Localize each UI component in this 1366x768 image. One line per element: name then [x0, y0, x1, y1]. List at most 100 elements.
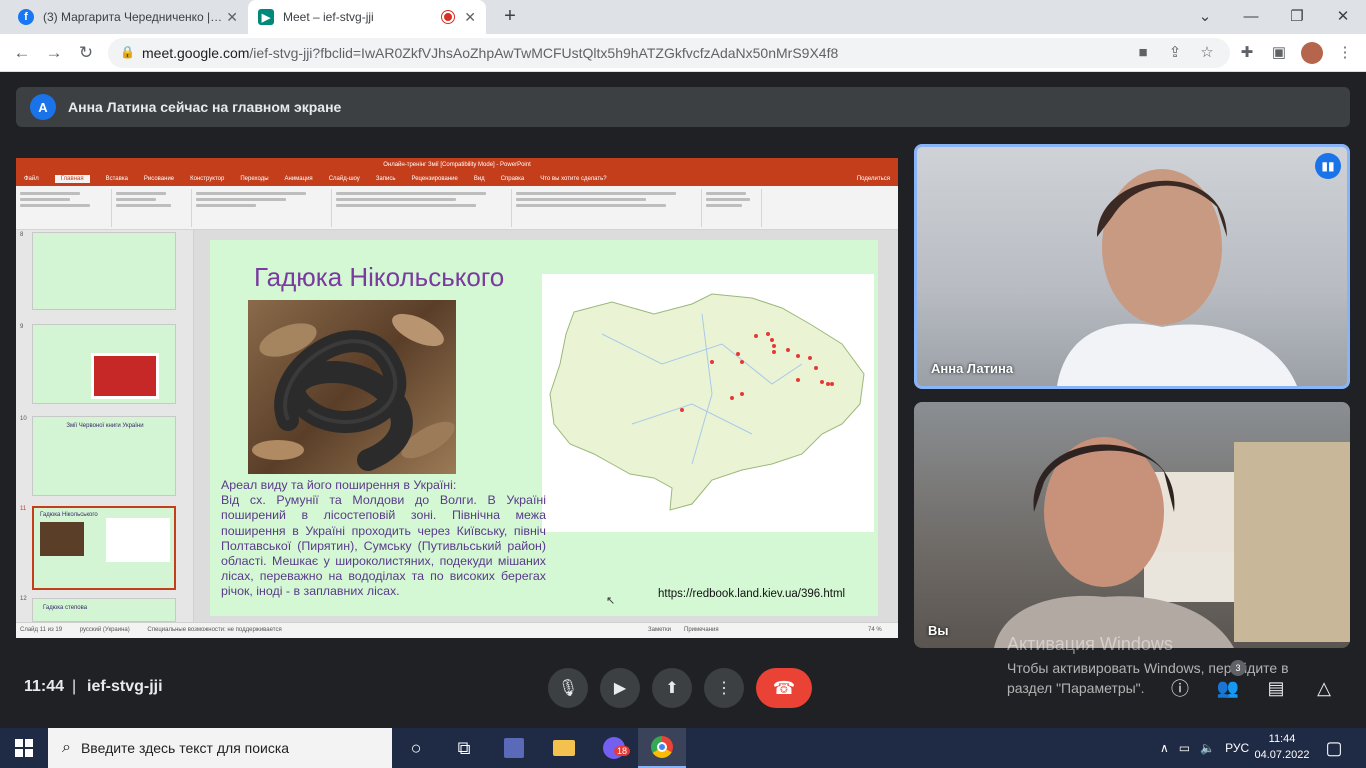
bookmark-star-icon[interactable]: ☆	[1196, 42, 1218, 64]
tab-title: Meet – ief-stvg-jji	[283, 10, 374, 24]
side-panel-icon[interactable]: ▣	[1268, 42, 1290, 64]
file-explorer-icon[interactable]	[540, 728, 588, 768]
tray-chevron-icon[interactable]: ∧	[1160, 741, 1169, 755]
taskbar-search-box[interactable]: ⌕ Введите здесь текст для поиска	[48, 728, 392, 768]
areal-body: Від сх. Румунії та Молдови до Волги. В У…	[221, 493, 546, 599]
slide-number: 11	[20, 506, 27, 512]
slide-thumbnail-selected[interactable]: Гадюка Нікольського	[32, 506, 176, 590]
menu-item: Анимация	[284, 176, 313, 182]
address-bar[interactable]: 🔒 meet.google.com/ief-stvg-jji?fbclid=Iw…	[108, 38, 1230, 68]
end-call-button[interactable]: ☎	[756, 668, 812, 708]
share-icon[interactable]: ⇪	[1164, 42, 1186, 64]
forward-arrow-icon[interactable]: →	[42, 41, 66, 65]
more-vert-icon: ⋮	[716, 680, 732, 697]
clock-time: 11:44	[1268, 733, 1296, 745]
input-language[interactable]: РУС	[1225, 741, 1249, 755]
status-slide: Слайд 11 из 19	[20, 627, 63, 633]
presenter-banner: А Анна Латина сейчас на главном экране	[16, 87, 1350, 127]
microphone-button[interactable]: 🎙	[548, 668, 588, 708]
tab-meet[interactable]: ▶ Meet – ief-stvg-jji ✕	[248, 0, 486, 34]
slide-thumbnail[interactable]	[32, 324, 176, 404]
profile-avatar[interactable]	[1301, 42, 1323, 64]
map-thumb-image	[106, 518, 170, 562]
ppt-menu-bar: Файл Главная Вставка Рисование Конструкт…	[16, 172, 898, 186]
menu-item: Рисование	[143, 176, 175, 182]
ribbon-group	[16, 189, 112, 227]
status-comments: Примечания	[684, 627, 719, 633]
menu-item: Главная	[54, 175, 90, 183]
menu-kebab-icon[interactable]: ⋮	[1334, 42, 1356, 64]
back-arrow-icon[interactable]: ←	[10, 41, 34, 65]
tab-search-icon[interactable]: ⌄	[1182, 4, 1228, 30]
meeting-time: 11:44	[24, 678, 65, 695]
slide-thumbnails: 8 9 10 Змії Червоної книги України 11 Га…	[16, 230, 194, 622]
meeting-code: ief-stvg-jji	[87, 678, 163, 695]
lock-icon: 🔒	[120, 45, 135, 59]
restore-button[interactable]: ❐	[1274, 4, 1320, 30]
slide-number: 9	[20, 324, 24, 330]
cortana-icon[interactable]: ○	[392, 728, 440, 768]
more-options-button[interactable]: ⋮	[704, 668, 744, 708]
people-icon[interactable]: 👥	[1212, 672, 1244, 704]
start-button[interactable]	[0, 728, 48, 768]
system-tray: ∧ ▭ 🔈 РУС	[1160, 728, 1249, 768]
camera-button[interactable]: ▶	[600, 668, 640, 708]
menu-item: Вставка	[105, 176, 128, 182]
close-tab-icon[interactable]: ✕	[464, 9, 476, 26]
chat-icon[interactable]: ▤	[1260, 672, 1292, 704]
extensions-puzzle-icon[interactable]: ✚	[1236, 42, 1258, 64]
slide-number: 12	[20, 596, 27, 602]
areal-text-block: Ареал виду та його поширення в Україні: …	[221, 478, 546, 600]
participant-tile-self[interactable]: Вы	[914, 402, 1350, 648]
tab-title: (3) Маргарита Чередниченко | Facebook	[43, 10, 223, 24]
phone-hangup-icon: ☎	[772, 677, 796, 698]
windows-activation-title: Активация Windows	[1007, 634, 1173, 654]
slide-thumbnail[interactable]: Змії Червоної книги України	[32, 416, 176, 496]
windows-taskbar: ⌕ Введите здесь текст для поиска ○ ⧉ 18 …	[0, 728, 1366, 768]
status-accessibility: Специальные возможности: не поддерживает…	[147, 627, 282, 633]
close-window-button[interactable]: ✕	[1320, 4, 1366, 30]
close-tab-icon[interactable]: ✕	[226, 9, 238, 26]
slide-number: 8	[20, 232, 24, 238]
snake-photo	[248, 300, 456, 474]
browser-toolbar: ← → ↻ 🔒 meet.google.com/ief-stvg-jji?fbc…	[0, 34, 1366, 72]
speaking-indicator-icon: ▮▮	[1315, 153, 1341, 179]
meet-area: А Анна Латина сейчас на главном экране О…	[0, 72, 1366, 724]
people-count-badge: 3	[1230, 660, 1246, 676]
notifications-icon[interactable]: ▢	[1310, 728, 1358, 768]
participant-tile-presenter[interactable]: ▮▮ Анна Латина	[914, 144, 1350, 389]
menu-item: Вид	[473, 176, 485, 182]
menu-item: Файл	[24, 176, 39, 182]
chrome-icon[interactable]	[638, 728, 686, 768]
activities-icon[interactable]: △	[1308, 672, 1340, 704]
menu-item: Что вы хотите сделать?	[540, 176, 607, 182]
slide-thumbnail[interactable]	[32, 232, 176, 310]
minimize-button[interactable]: —	[1228, 4, 1274, 30]
meeting-info-icon[interactable]: ⓘ	[1164, 672, 1196, 704]
new-tab-button[interactable]: +	[498, 4, 522, 28]
snake-thumb-image	[40, 522, 84, 556]
taskbar-clock[interactable]: 11:44 04.07.2022	[1254, 731, 1310, 763]
avatar: А	[30, 94, 56, 120]
google-meet-icon: ▶	[258, 9, 274, 25]
slide-title: Гадюка Нікольського	[254, 262, 505, 292]
menu-item: Конструктор	[190, 176, 225, 182]
menu-item: Запись	[375, 176, 396, 182]
tab-facebook[interactable]: f (3) Маргарита Чередниченко | Facebook …	[8, 0, 248, 34]
task-view-icon[interactable]: ⧉	[440, 728, 488, 768]
slide-thumbnail[interactable]: Гадюка степова	[32, 598, 176, 622]
viber-icon[interactable]: 18	[590, 728, 638, 768]
present-screen-button[interactable]: ⬆	[652, 668, 692, 708]
camera-blocked-icon[interactable]: ■	[1132, 42, 1154, 64]
video-camera-icon: ▶	[613, 680, 627, 697]
volume-icon[interactable]: 🔈	[1200, 741, 1215, 755]
status-lang: русский (Украина)	[79, 627, 130, 633]
network-icon[interactable]: ▭	[1179, 741, 1190, 755]
status-zoom: 74 %	[868, 627, 882, 633]
ribbon-group	[512, 189, 702, 227]
save-app-icon[interactable]	[490, 728, 538, 768]
thumb-title: Гадюка степова	[43, 605, 88, 611]
reload-icon[interactable]: ↻	[74, 41, 98, 65]
menu-item: Поделиться	[856, 176, 890, 182]
areal-heading: Ареал виду та його поширення в Україні:	[221, 478, 457, 492]
